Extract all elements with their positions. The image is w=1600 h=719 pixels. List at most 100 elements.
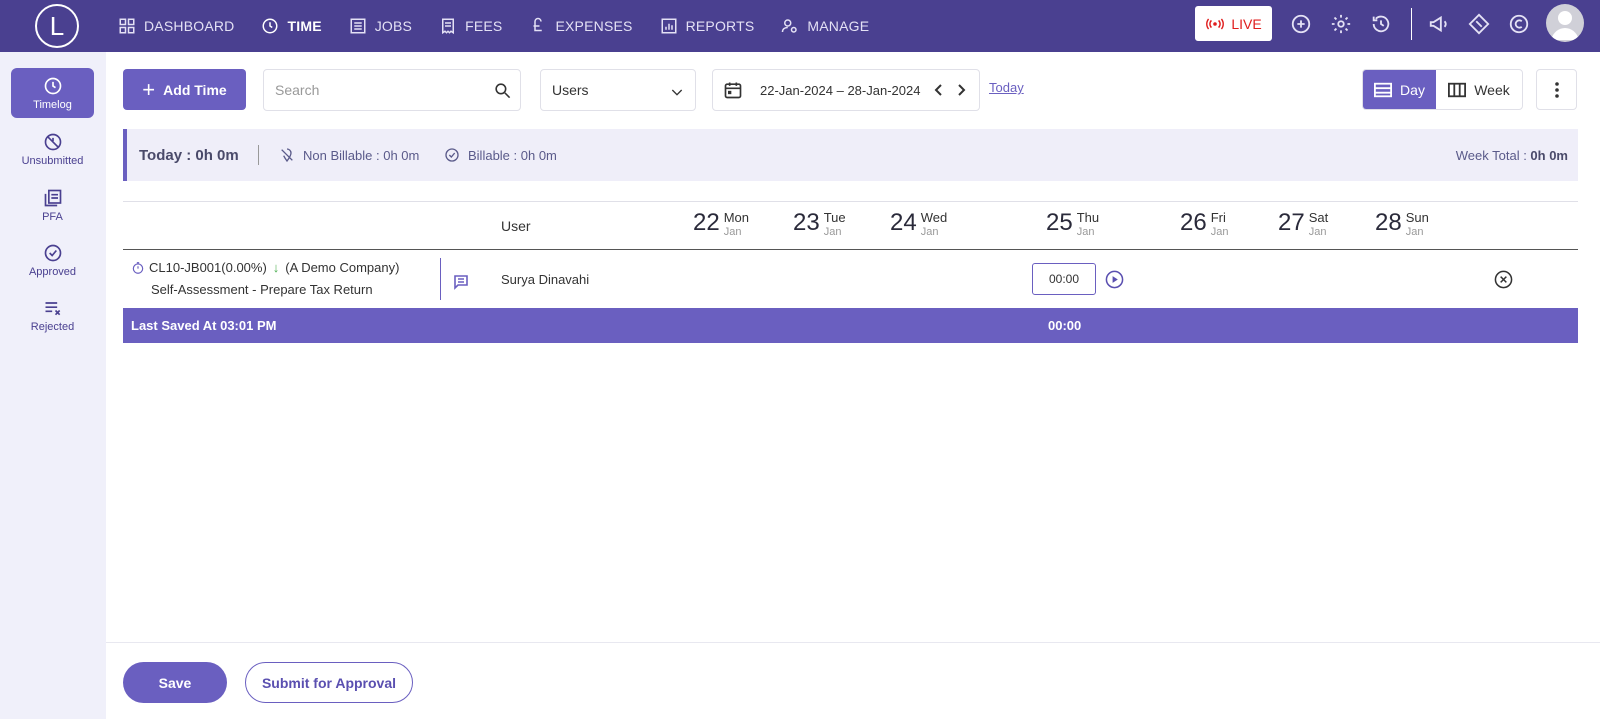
user-column-header: User: [501, 218, 531, 234]
more-options-button[interactable]: [1536, 69, 1577, 110]
day-month: Jan: [1405, 225, 1424, 238]
topbar-divider: [1411, 8, 1412, 40]
check-circle-icon: [44, 244, 61, 261]
history-icon[interactable]: [1369, 12, 1393, 36]
search-box: [263, 69, 521, 111]
comment-icon[interactable]: [453, 274, 469, 290]
day-number: 26: [1180, 209, 1207, 236]
nav-reports-label: REPORTS: [685, 18, 755, 34]
day-header-wed: 24 Wed Jan: [890, 209, 948, 239]
kebab-menu-icon: [1554, 81, 1559, 98]
check-circle-icon: [445, 148, 459, 162]
brand-c-icon[interactable]: [1507, 12, 1531, 36]
view-day-button[interactable]: Day: [1363, 70, 1436, 109]
megaphone-icon[interactable]: [1427, 12, 1451, 36]
sidebar-item-label: Unsubmitted: [21, 154, 84, 167]
avatar[interactable]: [1546, 4, 1584, 42]
day-name: Sun: [1405, 210, 1429, 225]
nav-expenses[interactable]: EXPENSES: [529, 17, 632, 35]
sidebar-item-label: PFA: [42, 210, 63, 223]
time-entry-input-thu[interactable]: [1032, 263, 1096, 295]
sidebar-item-unsubmitted[interactable]: Unsubmitted: [11, 124, 94, 174]
chevron-right-icon[interactable]: [953, 82, 969, 98]
clock-icon: [262, 18, 278, 34]
list-remove-icon: [45, 301, 60, 315]
time-summary-bar: Today : 0h 0m Non Billable : 0h 0m Billa…: [123, 129, 1578, 181]
nav-time-label: TIME: [287, 18, 322, 34]
chart-icon: [661, 18, 677, 34]
client-name: (A Demo Company): [285, 260, 400, 275]
documents-icon: [44, 189, 61, 206]
nav-fees-label: FEES: [465, 18, 503, 34]
app-logo[interactable]: L: [35, 4, 79, 48]
add-time-label: Add Time: [163, 81, 227, 98]
day-name: Wed: [920, 210, 948, 225]
search-input[interactable]: [275, 82, 485, 98]
day-month: Jan: [920, 225, 939, 238]
day-number: 28: [1375, 209, 1402, 236]
date-range-text: 22-Jan-2024 – 28-Jan-2024: [760, 83, 921, 98]
sidebar-item-pfa[interactable]: PFA: [11, 180, 94, 230]
users-dropdown[interactable]: Users: [540, 69, 696, 111]
nav-fees[interactable]: FEES: [439, 17, 502, 35]
receipt-icon: [442, 18, 455, 35]
summary-divider: [258, 145, 259, 165]
nav-manage[interactable]: MANAGE: [781, 17, 869, 35]
nav-time[interactable]: TIME: [261, 17, 322, 35]
live-button[interactable]: LIVE: [1195, 6, 1272, 41]
broadcast-icon: [1206, 18, 1225, 29]
live-label: LIVE: [1231, 15, 1262, 32]
timesheet-header: User 22 Mon Jan 23 Tue Jan 24 Wed Jan 25 Th…: [123, 201, 1578, 250]
gear-icon[interactable]: [1329, 12, 1353, 36]
clock-off-icon: [44, 133, 61, 150]
close-circle-icon[interactable]: [1494, 270, 1513, 289]
nav-jobs[interactable]: JOBS: [349, 17, 412, 35]
play-circle-icon[interactable]: [1105, 270, 1124, 289]
sidebar-item-rejected[interactable]: Rejected: [11, 290, 94, 340]
sidebar: Timelog Unsubmitted PFA Approved Rejecte…: [0, 52, 106, 719]
task-name: Self-Assessment - Prepare Tax Return: [151, 282, 373, 297]
sidebar-item-label: Approved: [28, 265, 77, 278]
nav-dashboard-label: DASHBOARD: [144, 18, 235, 34]
plus-icon: +: [142, 76, 156, 102]
sidebar-item-approved[interactable]: Approved: [11, 235, 94, 285]
add-time-button[interactable]: + Add Time: [123, 69, 246, 110]
last-saved-text: Last Saved At 03:01 PM: [131, 318, 277, 333]
day-month: Jan: [723, 225, 742, 238]
billable-total: Billable : 0h 0m: [444, 147, 557, 163]
list-icon: [350, 18, 366, 34]
main-nav: DASHBOARD TIME JOBS FEES EXPENSES REPORT…: [118, 0, 896, 52]
table-row: CL10-JB001(0.00%) ↓ (A Demo Company) Sel…: [123, 250, 1578, 308]
job-info: CL10-JB001(0.00%) ↓ (A Demo Company): [131, 260, 399, 275]
day-header-mon: 22 Mon Jan: [693, 209, 749, 239]
date-range-picker[interactable]: 22-Jan-2024 – 28-Jan-2024: [712, 69, 980, 111]
day-header-sun: 28 Sun Jan: [1375, 209, 1429, 239]
nav-dashboard[interactable]: DASHBOARD: [118, 17, 234, 35]
day-header-thu: 25 Thu Jan: [1046, 209, 1099, 239]
day-header-fri: 26 Fri Jan: [1180, 209, 1228, 239]
day-number: 27: [1278, 209, 1305, 236]
clock-icon: [44, 77, 61, 94]
day-month: Jan: [1308, 225, 1327, 238]
ticket-icon[interactable]: [1467, 12, 1491, 36]
search-icon[interactable]: [493, 81, 512, 100]
week-total: Week Total : 0h 0m: [1456, 148, 1568, 163]
day-name: Sat: [1308, 210, 1329, 225]
save-button[interactable]: Save: [123, 662, 227, 703]
sidebar-item-timelog[interactable]: Timelog: [11, 68, 94, 118]
submit-for-approval-button[interactable]: Submit for Approval: [245, 662, 413, 703]
row-divider: [440, 258, 441, 300]
view-week-button[interactable]: Week: [1436, 70, 1522, 109]
today-link[interactable]: Today: [989, 80, 1024, 95]
day-number: 24: [890, 209, 917, 236]
totals-row: Last Saved At 03:01 PM 00:00: [123, 308, 1578, 343]
day-month: Jan: [1076, 225, 1095, 238]
chevron-down-icon: [671, 89, 683, 96]
day-header-tue: 23 Tue Jan: [793, 209, 846, 239]
add-circle-icon[interactable]: [1289, 12, 1313, 36]
day-total-thu: 00:00: [1048, 318, 1082, 333]
job-code[interactable]: CL10-JB001(0.00%): [149, 260, 267, 275]
pound-icon: [533, 17, 543, 32]
nav-reports[interactable]: REPORTS: [660, 17, 755, 35]
chevron-left-icon[interactable]: [931, 82, 947, 98]
